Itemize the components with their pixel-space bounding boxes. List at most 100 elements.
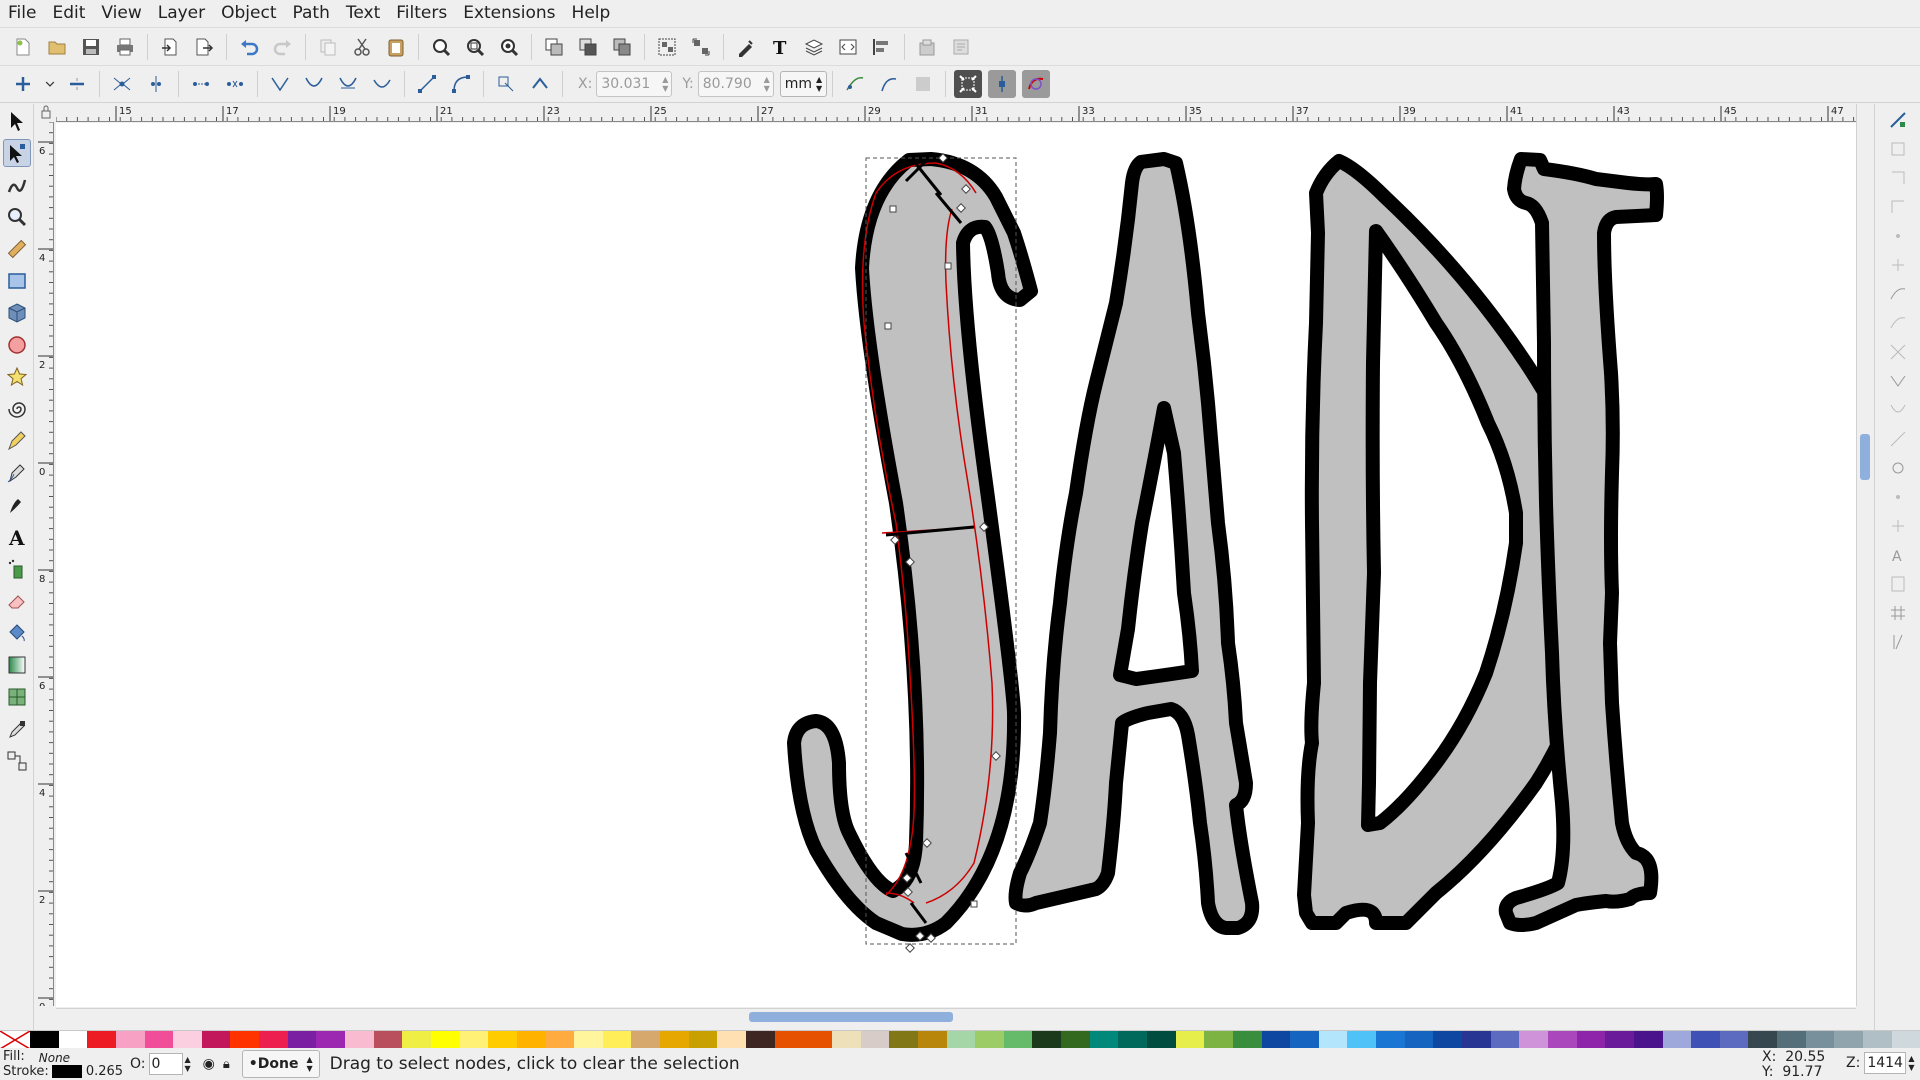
rectangle-tool-icon[interactable]	[3, 267, 31, 295]
show-transform-handles-icon[interactable]	[954, 70, 983, 98]
spin-arrows-icon[interactable]: ▲ ▼	[761, 75, 773, 93]
open-icon[interactable]	[43, 33, 71, 61]
print-icon[interactable]	[111, 33, 139, 61]
palette-swatch[interactable]	[87, 1031, 116, 1049]
preferences-icon[interactable]	[913, 33, 941, 61]
palette-swatch[interactable]	[1805, 1031, 1835, 1049]
palette-swatch[interactable]	[1118, 1031, 1147, 1049]
export-icon[interactable]	[190, 33, 218, 61]
stroke-swatch[interactable]	[51, 1065, 82, 1078]
calligraphy-tool-icon[interactable]	[3, 491, 31, 519]
palette-swatch[interactable]	[1261, 1031, 1291, 1049]
palette-swatch[interactable]	[201, 1031, 231, 1049]
import-icon[interactable]	[156, 33, 184, 61]
insert-node-icon[interactable]	[9, 70, 37, 98]
palette-swatch[interactable]	[1547, 1031, 1577, 1049]
menu-extensions[interactable]: Extensions	[455, 0, 563, 27]
zoom-page-icon[interactable]	[495, 33, 523, 61]
spiral-tool-icon[interactable]	[3, 395, 31, 423]
delete-node-icon[interactable]	[63, 70, 91, 98]
paste-icon[interactable]	[382, 33, 410, 61]
delete-segment-icon[interactable]	[221, 70, 249, 98]
join-nodes-icon[interactable]	[108, 70, 136, 98]
palette-swatch[interactable]	[660, 1031, 689, 1049]
dropper-tool-icon[interactable]	[3, 715, 31, 743]
letter-a-shape[interactable]	[1008, 152, 1260, 935]
palette-swatch[interactable]	[917, 1031, 947, 1049]
snap-smooth-nodes-icon[interactable]	[1885, 398, 1911, 422]
menu-object[interactable]: Object	[213, 0, 284, 27]
palette-swatch[interactable]	[1146, 1031, 1176, 1049]
palette-swatch[interactable]	[1318, 1031, 1348, 1049]
align-icon[interactable]	[868, 33, 896, 61]
palette-swatch[interactable]	[1290, 1031, 1319, 1049]
palette-swatch[interactable]	[1032, 1031, 1062, 1049]
snap-page-border-icon[interactable]	[1885, 572, 1911, 596]
mesh-tool-icon[interactable]	[3, 683, 31, 711]
palette-swatch[interactable]	[402, 1031, 431, 1049]
palette-swatch[interactable]	[115, 1031, 145, 1049]
snap-bbox-center-icon[interactable]	[1885, 253, 1911, 277]
x-coordinate-input[interactable]	[597, 72, 660, 96]
spin-arrows-icon[interactable]: ▲ ▼	[1908, 1054, 1914, 1072]
path-effect-icon[interactable]	[841, 70, 869, 98]
layer-visibility-icon[interactable]: ◉	[203, 1056, 215, 1072]
palette-swatch[interactable]	[1605, 1031, 1634, 1049]
palette-swatch[interactable]	[602, 1031, 632, 1049]
line-segment-icon[interactable]	[413, 70, 441, 98]
menu-edit[interactable]: Edit	[44, 0, 93, 27]
node-tool-icon[interactable]	[3, 139, 31, 167]
snap-nodes-icon[interactable]	[1885, 282, 1911, 306]
fill-stroke-icon[interactable]	[732, 33, 760, 61]
spin-arrows-icon[interactable]: ▲ ▼	[185, 1055, 191, 1073]
save-icon[interactable]	[77, 33, 105, 61]
palette-swatch[interactable]	[173, 1031, 202, 1049]
horizontal-scrollbar[interactable]	[56, 1008, 1856, 1024]
snap-others-icon[interactable]	[1885, 456, 1911, 480]
auto-smooth-node-icon[interactable]	[368, 70, 396, 98]
menu-file[interactable]: File	[0, 0, 44, 27]
clip-path-icon[interactable]	[875, 70, 903, 98]
palette-swatch[interactable]	[1175, 1031, 1205, 1049]
snap-path-intersection-icon[interactable]	[1885, 340, 1911, 364]
palette-swatch[interactable]	[1204, 1031, 1233, 1049]
palette-swatch[interactable]	[1519, 1031, 1548, 1049]
palette-swatch[interactable]	[1232, 1031, 1262, 1049]
palette-swatch[interactable]	[1061, 1031, 1090, 1049]
stroke-width[interactable]: 0.265	[86, 1064, 123, 1079]
snap-text-baseline-icon[interactable]: A	[1885, 543, 1911, 567]
opacity-input[interactable]: 0	[148, 1053, 183, 1075]
palette-swatch[interactable]	[144, 1031, 174, 1049]
menu-filters[interactable]: Filters	[388, 0, 455, 27]
layer-lock-icon[interactable]: 🔒︎	[223, 1057, 230, 1072]
x-coordinate-field[interactable]: ▲▼	[596, 71, 673, 97]
snap-bbox-icon[interactable]	[1885, 137, 1911, 161]
palette-swatch[interactable]	[1691, 1031, 1720, 1049]
palette-swatch[interactable]	[58, 1031, 88, 1049]
break-path-icon[interactable]	[142, 70, 170, 98]
palette-swatch[interactable]	[774, 1031, 804, 1049]
tweak-tool-icon[interactable]	[3, 171, 31, 199]
snap-bbox-midpoint-icon[interactable]	[1885, 224, 1911, 248]
palette-swatch[interactable]	[30, 1031, 59, 1049]
palette-swatch[interactable]	[1003, 1031, 1033, 1049]
vertical-scrollbar[interactable]	[1856, 104, 1872, 1006]
menu-text[interactable]: Text	[338, 0, 388, 27]
palette-swatch[interactable]	[889, 1031, 918, 1049]
palette-swatch[interactable]	[259, 1031, 288, 1049]
spray-tool-icon[interactable]	[3, 555, 31, 583]
palette-swatch[interactable]	[631, 1031, 661, 1049]
palette-swatch[interactable]	[1576, 1031, 1606, 1049]
unit-selector[interactable]: mm ▲ ▼	[779, 71, 828, 97]
copy-icon[interactable]	[314, 33, 342, 61]
curve-segment-icon[interactable]	[447, 70, 475, 98]
palette-swatch[interactable]	[746, 1031, 775, 1049]
snap-line-midpoint-icon[interactable]	[1885, 427, 1911, 451]
zoom-selection-icon[interactable]	[427, 33, 455, 61]
palette-swatch[interactable]	[574, 1031, 603, 1049]
vertical-ruler[interactable]: 6 4 2 0 8 6 4 2 0	[36, 122, 54, 1006]
palette-swatch[interactable]	[1863, 1031, 1892, 1049]
horizontal-scroll-thumb[interactable]	[749, 1012, 953, 1022]
spin-arrows-icon[interactable]: ▲ ▼	[659, 75, 671, 93]
object-to-path-icon[interactable]	[492, 70, 520, 98]
